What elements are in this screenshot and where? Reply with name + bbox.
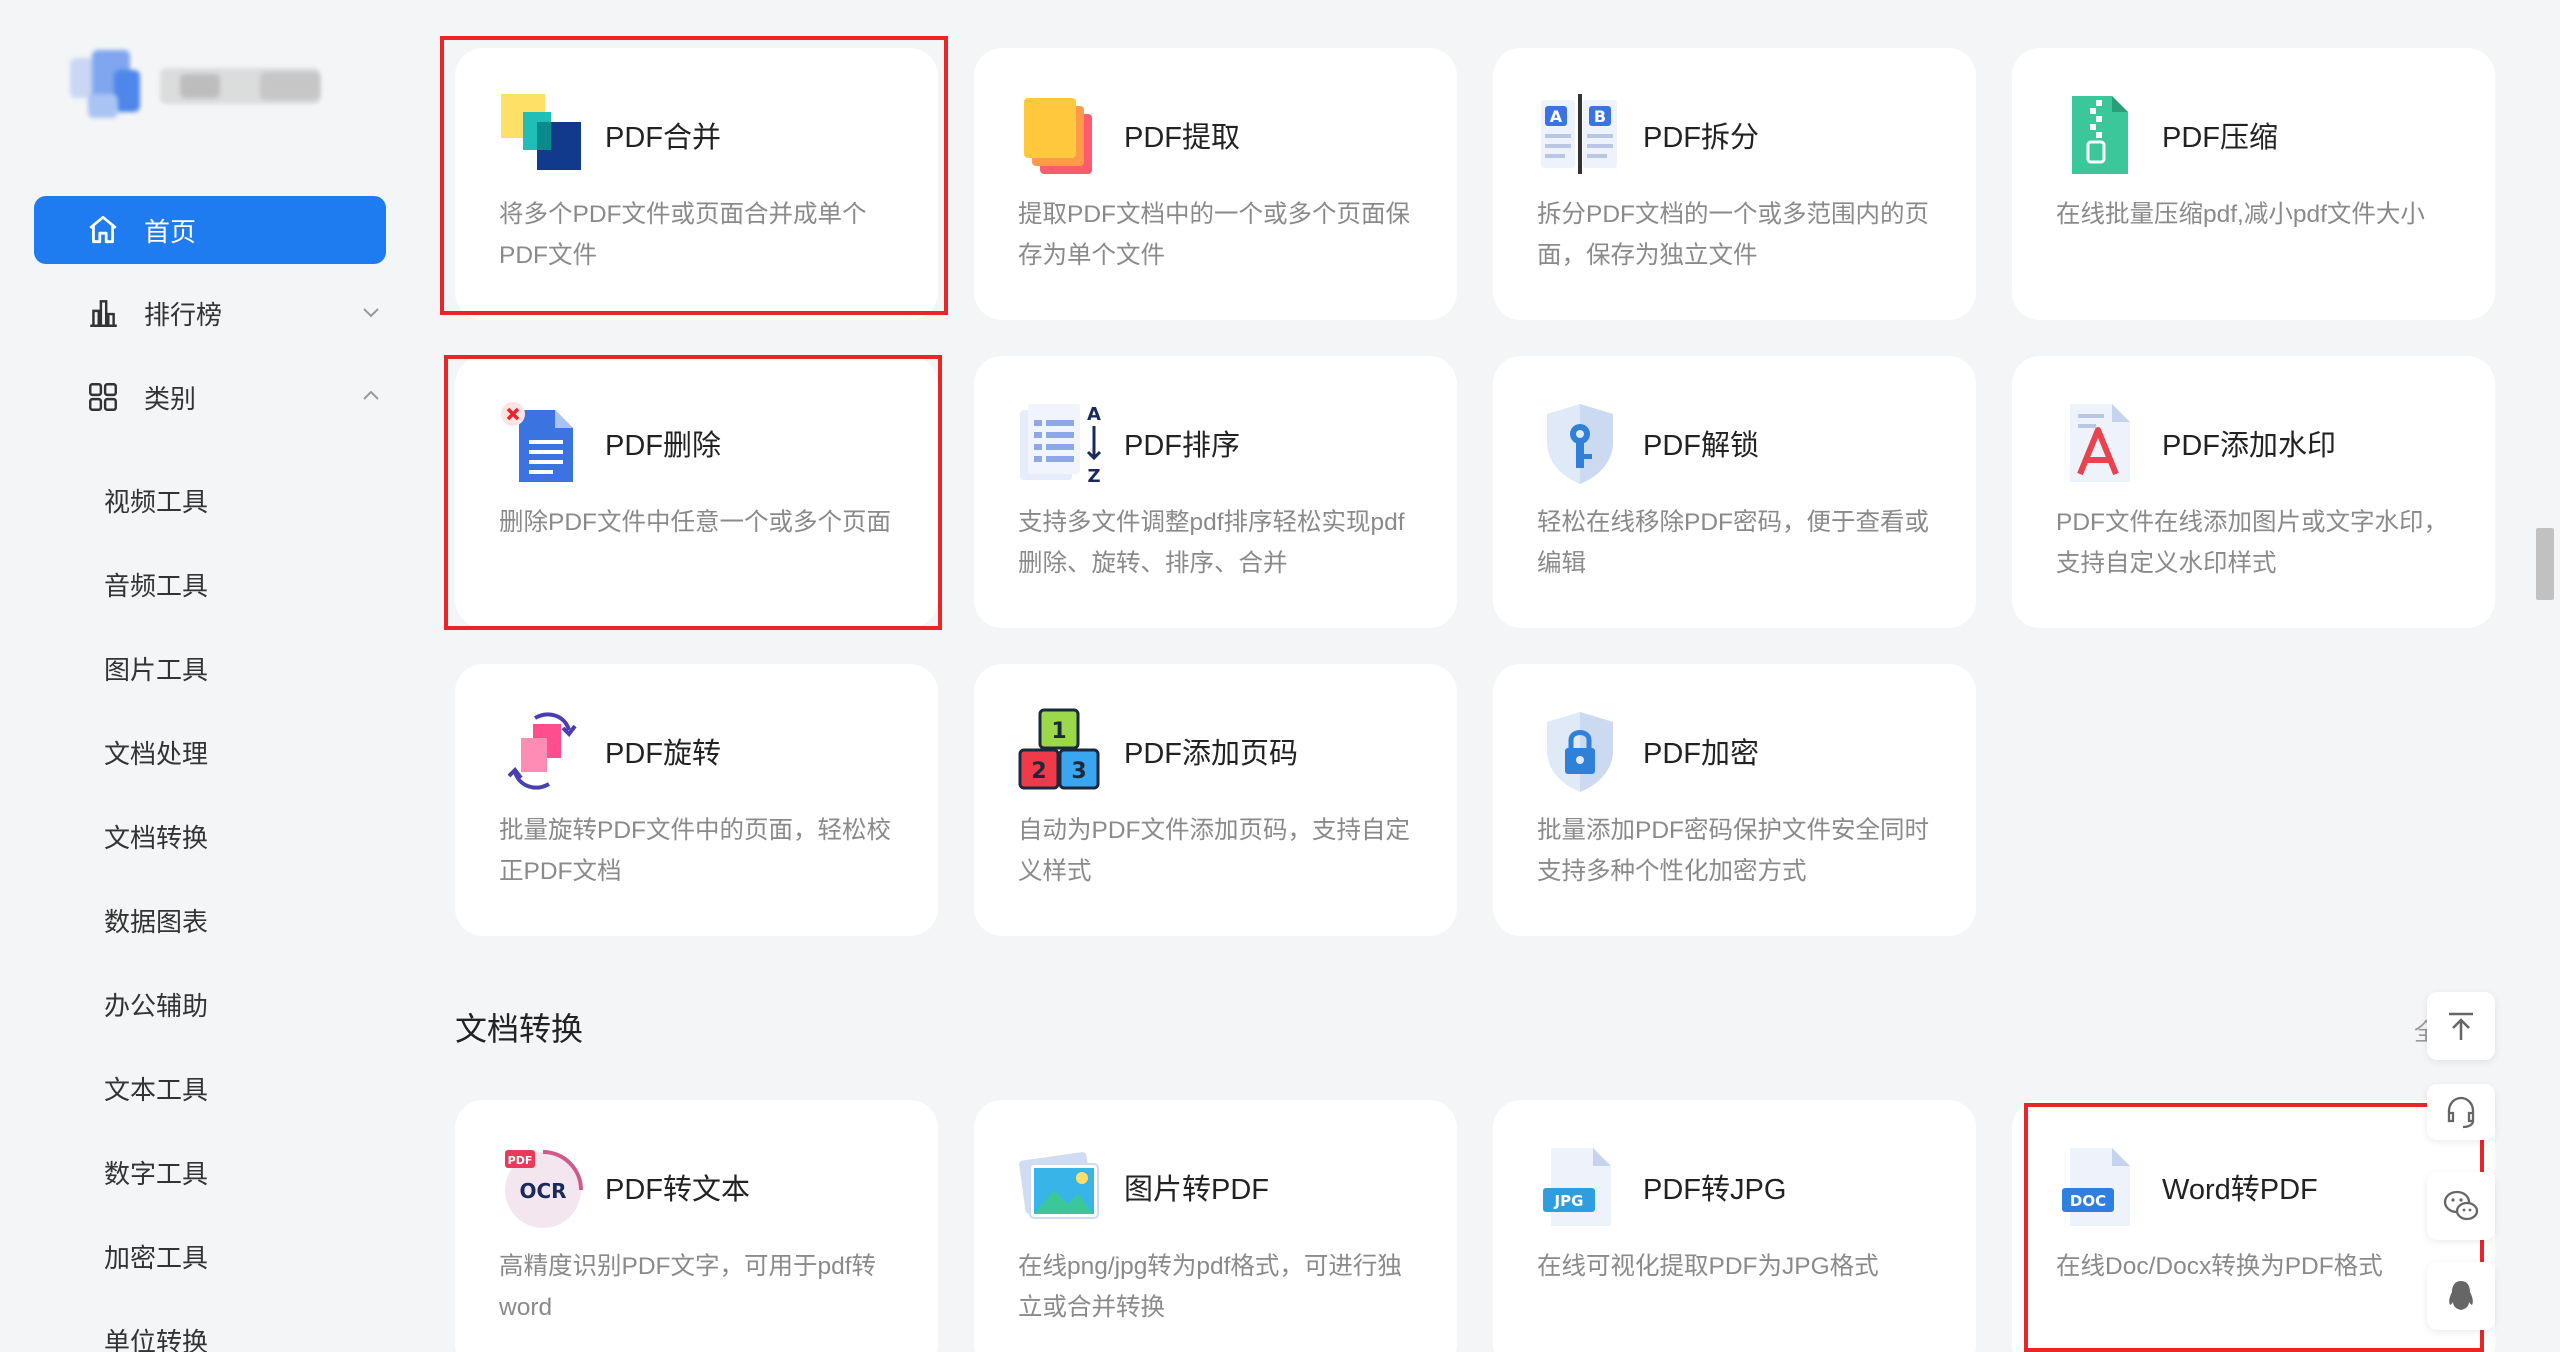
tool-card-pdf-to-jpg[interactable]: JPG PDF转JPG 在线可视化提取PDF为JPG格式 — [1493, 1100, 1976, 1352]
sidebar-item-image[interactable]: 图片工具 — [104, 650, 208, 687]
section-more-link[interactable]: 全部 — [2414, 1012, 2428, 1047]
tool-card-pdf-encrypt[interactable]: PDF加密 批量添加PDF密码保护文件安全同时支持多种个性化加密方式 — [1493, 664, 1976, 936]
tool-title: 图片转PDF — [1124, 1174, 1270, 1206]
pdf-rotate-icon — [507, 712, 577, 790]
pdf-ocr-icon: PDF OCR — [505, 1150, 583, 1228]
tool-desc: 在线png/jpg转为pdf格式，可进行独立或合并转换 — [1018, 1253, 1402, 1321]
jpg-label: JPG — [1554, 1192, 1584, 1210]
nav-home-label: 首页 — [144, 216, 197, 247]
tool-title: PDF拆分 — [1643, 122, 1760, 154]
pdf-watermark-icon — [2070, 404, 2130, 482]
ocr-label: OCR — [519, 1179, 566, 1203]
split-label-b: B — [1594, 107, 1606, 126]
bar-chart-icon — [90, 300, 117, 327]
sidebar: 首页 排行榜 类别 视频工具 音频工具 图片工具 文档处理 文档转换 数据图表 … — [0, 0, 420, 1352]
sidebar-item-unit[interactable]: 单位转换 — [104, 1322, 208, 1352]
tool-title: PDF排序 — [1124, 430, 1241, 462]
tool-desc: 批量旋转PDF文件中的页面，轻松校正PDF文档 — [499, 817, 891, 885]
tool-title: PDF解锁 — [1643, 430, 1760, 462]
tool-title: PDF添加水印 — [2162, 430, 2337, 462]
highlight-box-pdf-delete — [444, 355, 942, 630]
tool-desc: 拆分PDF文档的一个或多范围内的页面，保存为独立文件 — [1537, 201, 1929, 269]
tool-card-pdf-compress[interactable]: PDF压缩 在线批量压缩pdf,减小pdf文件大小 — [2012, 48, 2495, 320]
sidebar-item-number[interactable]: 数字工具 — [104, 1154, 208, 1191]
tool-title: PDF转文本 — [605, 1174, 751, 1206]
tool-desc: 提取PDF文档中的一个或多个页面保存为单个文件 — [1018, 201, 1410, 269]
tool-card-pdf-rotate[interactable]: PDF旋转 批量旋转PDF文件中的页面，轻松校正PDF文档 — [455, 664, 938, 936]
tool-title: PDF旋转 — [605, 738, 722, 770]
tool-title: PDF转JPG — [1643, 1174, 1787, 1206]
headset-icon — [2447, 1096, 2475, 1129]
grid-icon — [89, 383, 117, 411]
nav-home[interactable]: 首页 — [34, 196, 386, 264]
nav-ranking[interactable]: 排行榜 — [34, 279, 386, 347]
page: 首页 排行榜 类别 视频工具 音频工具 图片工具 文档处理 文档转换 数据图表 … — [0, 0, 2560, 1352]
highlight-box-pdf-merge — [440, 36, 948, 315]
sidebar-item-office[interactable]: 办公辅助 — [104, 986, 208, 1023]
sidebar-item-doc-conversion[interactable]: 文档转换 — [104, 818, 208, 855]
num-label-3: 3 — [1071, 759, 1086, 784]
pdf-unlock-icon — [1547, 404, 1613, 484]
tool-card-pdf-extract[interactable]: PDF提取 提取PDF文档中的一个或多个页面保存为单个文件 — [974, 48, 1457, 320]
chevron-down-icon — [363, 308, 379, 318]
pdf-encrypt-icon — [1547, 712, 1613, 792]
nav-category-label: 类别 — [144, 383, 197, 414]
ocr-pdf-label: PDF — [508, 1154, 533, 1167]
sidebar-item-text[interactable]: 文本工具 — [104, 1070, 208, 1107]
tool-desc: 在线批量压缩pdf,减小pdf文件大小 — [2056, 201, 2425, 228]
wechat-button[interactable] — [2427, 1172, 2495, 1240]
back-to-top-button[interactable] — [2427, 992, 2495, 1060]
qq-penguin-icon — [2449, 1281, 2473, 1310]
tool-desc: 高精度识别PDF文字，可用于pdf转word — [499, 1253, 877, 1321]
chevron-up-icon — [363, 390, 379, 400]
wechat-icon — [2443, 1190, 2479, 1221]
arrow-up-icon — [2449, 1012, 2473, 1040]
sidebar-item-doc-processing[interactable]: 文档处理 — [104, 734, 208, 771]
tool-title: PDF提取 — [1124, 122, 1241, 154]
tool-desc: 批量添加PDF密码保护文件安全同时支持多种个性化加密方式 — [1537, 817, 1929, 885]
customer-service-button[interactable] — [2427, 1084, 2495, 1140]
tool-card-pdf-split[interactable]: A B PDF拆分 拆分PDF文档的一个或多范围内的页面，保存为独立文件 — [1493, 48, 1976, 320]
scrollbar-thumb[interactable] — [2536, 528, 2554, 600]
tool-card-image-to-pdf[interactable]: 图片转PDF 在线png/jpg转为pdf格式，可进行独立或合并转换 — [974, 1100, 1457, 1352]
highlight-box-word-to-pdf — [2024, 1103, 2484, 1352]
sidebar-item-charts[interactable]: 数据图表 — [104, 902, 208, 939]
logo — [70, 50, 345, 125]
sidebar-item-encryption[interactable]: 加密工具 — [104, 1238, 208, 1275]
pdf-extract-icon — [1024, 98, 1092, 174]
tool-card-pdf-watermark[interactable]: PDF添加水印 PDF文件在线添加图片或文字水印，支持自定义水印样式 — [2012, 356, 2495, 628]
image-to-pdf-icon — [1019, 1152, 1099, 1219]
tool-desc: 支持多文件调整pdf排序轻松实现pdf删除、旋转、排序、合并 — [1018, 509, 1405, 577]
page-scrollbar[interactable] — [2530, 0, 2560, 1352]
tool-desc: 自动为PDF文件添加页码，支持自定义样式 — [1018, 817, 1410, 885]
tool-card-pdf-sort[interactable]: A Z PDF排序 支持多文件调整pdf排序轻松实现pdf删除、旋转、排序、合并 — [974, 356, 1457, 628]
tool-card-pdf-to-text[interactable]: PDF OCR PDF转文本 高精度识别PDF文字，可用于pdf转word — [455, 1100, 938, 1352]
pdf-sort-icon: A Z — [1020, 404, 1102, 486]
tool-desc: 在线可视化提取PDF为JPG格式 — [1537, 1253, 1879, 1280]
tool-title: PDF加密 — [1643, 738, 1760, 770]
num-label-2: 2 — [1031, 759, 1046, 784]
pdf-page-number-icon: 1 2 3 — [1018, 708, 1100, 790]
pdf-to-jpg-icon: JPG — [1543, 1148, 1611, 1226]
tool-card-pdf-unlock[interactable]: PDF解锁 轻松在线移除PDF密码，便于查看或编辑 — [1493, 356, 1976, 628]
pdf-compress-icon — [2072, 96, 2128, 174]
section-title-doc-conversion: 文档转换 — [455, 1011, 584, 1047]
split-label-a: A — [1550, 107, 1563, 126]
tool-desc: 轻松在线移除PDF密码，便于查看或编辑 — [1537, 509, 1929, 577]
nav-ranking-label: 排行榜 — [144, 299, 223, 330]
nav-category[interactable]: 类别 — [34, 363, 386, 431]
tool-card-pdf-page-number[interactable]: 1 2 3 PDF添加页码 自动为PDF文件添加页码，支持自定义样式 — [974, 664, 1457, 936]
tool-desc: PDF文件在线添加图片或文字水印，支持自定义水印样式 — [2056, 509, 2448, 577]
sort-label-a: A — [1087, 404, 1101, 425]
sidebar-item-video[interactable]: 视频工具 — [104, 482, 208, 519]
qq-button[interactable] — [2427, 1262, 2495, 1330]
home-icon — [89, 215, 117, 244]
pdf-split-icon: A B — [1541, 94, 1617, 174]
tool-title: PDF压缩 — [2162, 122, 2279, 154]
num-label-1: 1 — [1051, 719, 1066, 744]
sidebar-item-audio[interactable]: 音频工具 — [104, 566, 208, 603]
sort-label-z: Z — [1087, 466, 1100, 486]
tool-title: PDF添加页码 — [1124, 738, 1299, 770]
